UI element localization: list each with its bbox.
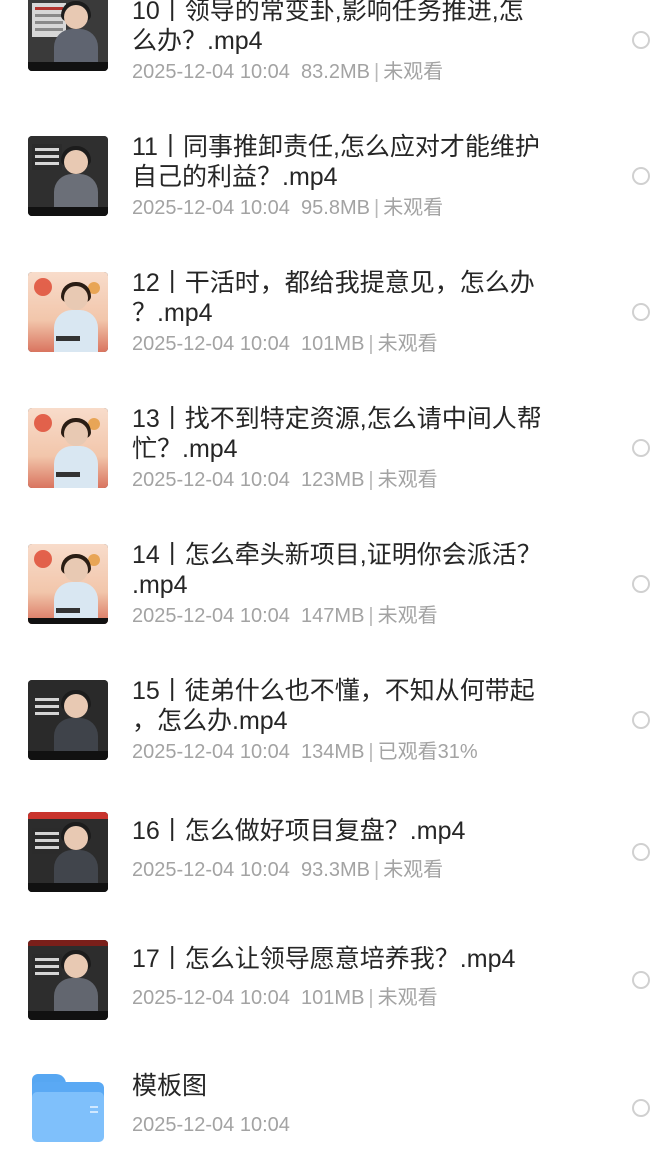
watch-status: 未观看 bbox=[383, 859, 444, 881]
watch-status: 未观看 bbox=[383, 61, 444, 83]
file-name: 16丨怎么做好项目复盘？.mp4 bbox=[132, 817, 466, 845]
file-date: 2025-12-04 10:04 bbox=[132, 61, 290, 83]
file-date: 2025-12-04 10:04 bbox=[132, 469, 290, 491]
file-meta: 2025-12-04 10:04 134MB | 已观看31% bbox=[132, 741, 478, 763]
file-name: 12丨干活时，都给我提意见，怎么办 ？.mp4 bbox=[132, 269, 535, 327]
folder-icon bbox=[32, 1074, 104, 1142]
list-item[interactable]: 12丨干活时，都给我提意见，怎么办 ？.mp4 2025-12-04 10:04… bbox=[0, 269, 651, 408]
select-radio[interactable] bbox=[632, 1099, 650, 1117]
file-size: 101MB bbox=[301, 987, 365, 1009]
file-meta: 2025-12-04 10:04 101MB | 未观看 bbox=[132, 987, 438, 1009]
list-item[interactable]: 17丨怎么让领导愿意培养我？.mp4 2025-12-04 10:04 101M… bbox=[0, 940, 651, 1068]
file-date: 2025-12-04 10:04 bbox=[132, 605, 290, 627]
select-radio[interactable] bbox=[632, 303, 650, 321]
video-thumbnail bbox=[28, 812, 108, 892]
list-item[interactable]: 11丨同事推卸责任,怎么应对才能维护 自己的利益？.mp4 2025-12-04… bbox=[0, 133, 651, 272]
file-meta: 2025-12-04 10:04 95.8MB | 未观看 bbox=[132, 197, 444, 219]
watch-status: 未观看 bbox=[383, 197, 444, 219]
file-name: 15丨徒弟什么也不懂，不知从何带起 ，怎么办.mp4 bbox=[132, 677, 535, 735]
file-date: 2025-12-04 10:04 bbox=[132, 987, 290, 1009]
file-size: 93.3MB bbox=[301, 859, 370, 881]
select-radio[interactable] bbox=[632, 31, 650, 49]
watch-status: 已观看31% bbox=[377, 741, 478, 763]
file-name: 14丨怎么牵头新项目,证明你会派活？ .mp4 bbox=[132, 541, 542, 599]
video-thumbnail bbox=[28, 940, 108, 1020]
file-size: 123MB bbox=[301, 469, 365, 491]
select-radio[interactable] bbox=[632, 711, 650, 729]
file-name: 17丨怎么让领导愿意培养我？.mp4 bbox=[132, 945, 516, 973]
select-radio[interactable] bbox=[632, 167, 650, 185]
file-meta: 2025-12-04 10:04 83.2MB | 未观看 bbox=[132, 61, 444, 83]
file-name: 11丨同事推卸责任,怎么应对才能维护 自己的利益？.mp4 bbox=[132, 133, 540, 191]
file-meta: 2025-12-04 10:04 93.3MB | 未观看 bbox=[132, 859, 444, 881]
watch-status: 未观看 bbox=[377, 469, 438, 491]
folder-date: 2025-12-04 10:04 bbox=[132, 1114, 290, 1136]
file-size: 134MB bbox=[301, 741, 365, 763]
video-thumbnail bbox=[28, 544, 108, 624]
list-item[interactable]: 15丨徒弟什么也不懂，不知从何带起 ，怎么办.mp4 2025-12-04 10… bbox=[0, 677, 651, 816]
file-name: 13丨找不到特定资源,怎么请中间人帮 忙？.mp4 bbox=[132, 405, 542, 463]
file-date: 2025-12-04 10:04 bbox=[132, 197, 290, 219]
file-size: 83.2MB bbox=[301, 61, 370, 83]
file-list: 10丨领导的常变卦,影响任务推进,怎 么办？.mp4 2025-12-04 10… bbox=[0, 0, 651, 1170]
file-size: 101MB bbox=[301, 333, 365, 355]
file-size: 147MB bbox=[301, 605, 365, 627]
select-radio[interactable] bbox=[632, 971, 650, 989]
select-radio[interactable] bbox=[632, 843, 650, 861]
file-name: 10丨领导的常变卦,影响任务推进,怎 么办？.mp4 bbox=[132, 0, 524, 55]
video-thumbnail bbox=[28, 272, 108, 352]
file-date: 2025-12-04 10:04 bbox=[132, 741, 290, 763]
video-thumbnail bbox=[28, 680, 108, 760]
file-size: 95.8MB bbox=[301, 197, 370, 219]
file-meta: 2025-12-04 10:04 123MB | 未观看 bbox=[132, 469, 438, 491]
list-item[interactable]: 16丨怎么做好项目复盘？.mp4 2025-12-04 10:04 93.3MB… bbox=[0, 812, 651, 940]
watch-status: 未观看 bbox=[377, 987, 438, 1009]
file-meta: 2025-12-04 10:04 101MB | 未观看 bbox=[132, 333, 438, 355]
video-thumbnail bbox=[28, 136, 108, 216]
list-item[interactable]: 14丨怎么牵头新项目,证明你会派活？ .mp4 2025-12-04 10:04… bbox=[0, 541, 651, 680]
video-thumbnail bbox=[28, 408, 108, 488]
file-date: 2025-12-04 10:04 bbox=[132, 859, 290, 881]
folder-name: 模板图 bbox=[132, 1072, 208, 1100]
file-meta: 2025-12-04 10:04 147MB | 未观看 bbox=[132, 605, 438, 627]
watch-status: 未观看 bbox=[377, 333, 438, 355]
list-item[interactable]: 13丨找不到特定资源,怎么请中间人帮 忙？.mp4 2025-12-04 10:… bbox=[0, 405, 651, 544]
video-thumbnail bbox=[28, 0, 108, 71]
list-item[interactable]: 10丨领导的常变卦,影响任务推进,怎 么办？.mp4 2025-12-04 10… bbox=[0, 0, 651, 136]
watch-status: 未观看 bbox=[377, 605, 438, 627]
select-radio[interactable] bbox=[632, 575, 650, 593]
folder-item[interactable]: 模板图 2025-12-04 10:04 bbox=[0, 1068, 651, 1170]
file-date: 2025-12-04 10:04 bbox=[132, 333, 290, 355]
select-radio[interactable] bbox=[632, 439, 650, 457]
